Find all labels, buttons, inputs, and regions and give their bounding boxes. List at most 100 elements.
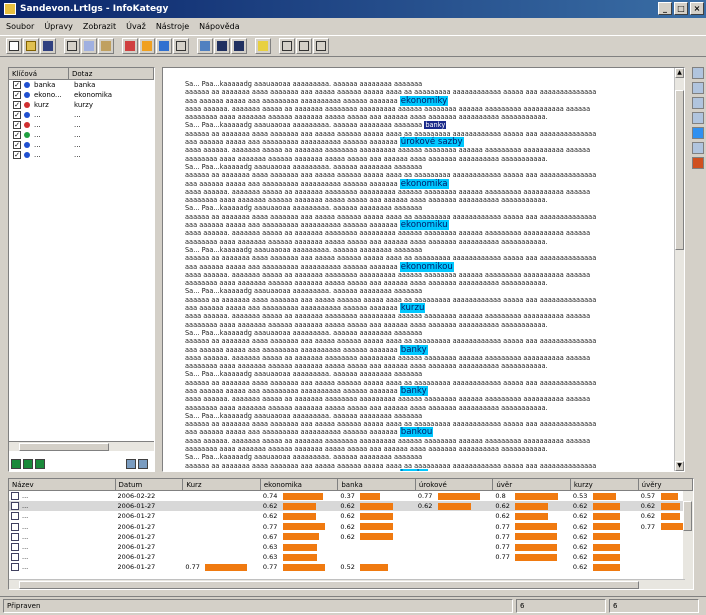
selected-term[interactable]: banky bbox=[424, 121, 447, 130]
row-name: ... bbox=[22, 502, 29, 511]
keyword-row[interactable]: ✓...... bbox=[9, 120, 154, 130]
menu-tools[interactable]: Nástroje bbox=[156, 22, 189, 31]
add-keyword-button[interactable] bbox=[11, 459, 21, 469]
save-button[interactable] bbox=[40, 38, 56, 54]
keyword-row[interactable]: ✓...... bbox=[9, 110, 154, 120]
keyword-checkbox[interactable]: ✓ bbox=[13, 91, 21, 99]
paste-button[interactable] bbox=[98, 38, 114, 54]
keyword-checkbox[interactable]: ✓ bbox=[13, 101, 21, 109]
keyword-color-icon bbox=[24, 92, 30, 98]
scroll-down-icon[interactable]: ▼ bbox=[675, 461, 684, 471]
keyword-row[interactable]: ✓ kurz kurzy bbox=[9, 100, 154, 110]
maximize-button[interactable]: □ bbox=[674, 2, 688, 15]
side-tool-3-button[interactable] bbox=[692, 97, 704, 109]
highlight-button[interactable] bbox=[139, 38, 155, 54]
table-row[interactable]: ... 2006-02-22 0.74 0.37 0.77 0.8 0.53 0.57 bbox=[9, 491, 693, 501]
grid-button[interactable] bbox=[173, 38, 189, 54]
scroll-up-icon[interactable]: ▲ bbox=[675, 68, 684, 78]
table-row[interactable]: ... 2006-01-27 0.63 0.77 0.62 bbox=[9, 552, 693, 562]
results-vscroll[interactable] bbox=[683, 491, 693, 589]
results-col-header[interactable]: Název bbox=[9, 479, 116, 490]
menu-view[interactable]: Zobrazit bbox=[83, 22, 116, 31]
table-row[interactable]: ... 2006-01-27 0.77 0.77 0.52 0.62 bbox=[9, 562, 693, 572]
side-tool-6-button[interactable] bbox=[692, 142, 704, 154]
results-col-header[interactable]: Datum bbox=[116, 479, 184, 490]
keyword-next-button[interactable] bbox=[138, 459, 148, 469]
keyword-row[interactable]: ✓...... bbox=[9, 140, 154, 150]
score-bar bbox=[360, 563, 389, 571]
window-1-button[interactable] bbox=[279, 38, 295, 54]
results-col-header[interactable]: banka bbox=[338, 479, 416, 490]
keyword-row[interactable]: ✓ banka banka bbox=[9, 80, 154, 90]
keyword-col-header[interactable]: Klíčová bbox=[9, 68, 69, 79]
menu-consider[interactable]: Úvaž bbox=[126, 22, 146, 31]
keyword-row[interactable]: ✓ ekono... ekonomika bbox=[9, 90, 154, 100]
score-value: 0.62 bbox=[640, 502, 656, 511]
new-file-button[interactable] bbox=[6, 38, 22, 54]
score-value: 0.62 bbox=[572, 512, 588, 521]
menu-edit[interactable]: Úpravy bbox=[44, 22, 73, 31]
menu-help[interactable]: Nápověda bbox=[199, 22, 240, 31]
document-text: Sa... Paa...kaaaaadg aaauaaoaa aaaaaaaaa… bbox=[185, 80, 665, 471]
results-col-header[interactable]: úrokové bbox=[416, 479, 494, 490]
score-value: 0.62 bbox=[572, 563, 588, 572]
side-tool-7-button[interactable] bbox=[692, 157, 704, 169]
keyword-row[interactable]: ✓...... bbox=[9, 130, 154, 140]
score-bar bbox=[660, 502, 680, 510]
close-button[interactable]: × bbox=[690, 2, 704, 15]
table-row[interactable]: ... 2006-01-27 0.62 0.62 0.62 0.62 0.62 bbox=[9, 511, 693, 521]
filter-button[interactable] bbox=[122, 38, 138, 54]
cut-button[interactable] bbox=[64, 38, 80, 54]
keyword-checkbox[interactable]: ✓ bbox=[13, 111, 21, 119]
score-bar bbox=[282, 523, 325, 531]
side-tool-5-button[interactable] bbox=[692, 127, 704, 139]
keyword-option-button[interactable] bbox=[35, 459, 45, 469]
help-button[interactable] bbox=[255, 38, 271, 54]
table-row[interactable]: ... 2006-01-27 0.77 0.62 0.77 0.62 0.77 bbox=[9, 522, 693, 532]
window-3-button[interactable] bbox=[313, 38, 329, 54]
keyword-checkbox[interactable]: ✓ bbox=[13, 121, 21, 129]
table-row[interactable]: ... 2006-01-27 0.62 0.62 0.62 0.62 0.62 0.62 bbox=[9, 501, 693, 512]
highlighted-term[interactable]: bankou bbox=[399, 427, 434, 438]
keyword-checkbox[interactable]: ✓ bbox=[13, 151, 21, 159]
results-col-header[interactable]: ekonomika bbox=[261, 479, 339, 490]
side-tool-1-button[interactable] bbox=[692, 67, 704, 79]
results-col-header[interactable]: úvěr bbox=[493, 479, 571, 490]
highlighted-term[interactable]: banky bbox=[399, 468, 428, 471]
side-tool-2-button[interactable] bbox=[692, 82, 704, 94]
window-title: Sandevon.Lrtlgs - InfoKategy bbox=[20, 4, 169, 14]
keyword-hscroll[interactable] bbox=[9, 441, 154, 451]
back-button[interactable] bbox=[214, 38, 230, 54]
results-hscroll[interactable] bbox=[9, 579, 685, 589]
document-vscroll[interactable]: ▲ ▼ bbox=[674, 68, 684, 471]
copy-button[interactable] bbox=[81, 38, 97, 54]
forward-button[interactable] bbox=[231, 38, 247, 54]
window-2-button[interactable] bbox=[296, 38, 312, 54]
table-row[interactable]: ... 2006-01-27 0.67 0.62 0.77 0.62 bbox=[9, 532, 693, 542]
score-bar bbox=[282, 502, 316, 510]
list-button[interactable] bbox=[197, 38, 213, 54]
keyword-checkbox[interactable]: ✓ bbox=[13, 141, 21, 149]
table-row[interactable]: ... 2006-01-27 0.63 0.77 0.62 bbox=[9, 542, 693, 552]
document-line: aaa aaaaaa aaaaa aaa aaaaaaaaa aaaaaaaaa… bbox=[185, 178, 449, 189]
minimize-button[interactable]: _ bbox=[658, 2, 672, 15]
document-view[interactable]: Sa... Paa...kaaaaadg aaauaaoaa aaaaaaaaa… bbox=[162, 67, 685, 472]
open-folder-button[interactable] bbox=[23, 38, 39, 54]
edit-keyword-button[interactable] bbox=[23, 459, 33, 469]
query-col-header[interactable]: Dotaz bbox=[69, 68, 154, 79]
results-col-header[interactable]: úvěry bbox=[639, 479, 693, 490]
mark-button[interactable] bbox=[156, 38, 172, 54]
keyword-prev-button[interactable] bbox=[126, 459, 136, 469]
document-scroll-thumb[interactable] bbox=[675, 90, 684, 250]
keyword-checkbox[interactable]: ✓ bbox=[13, 81, 21, 89]
keyword-row[interactable]: ✓...... bbox=[9, 150, 154, 160]
side-tool-4-button[interactable] bbox=[692, 112, 704, 124]
document-line: Sa... Paa...kaaaaadg aaauaaoaa aaaaaaaaa… bbox=[185, 80, 423, 88]
menu-file[interactable]: Soubor bbox=[6, 22, 34, 31]
keyword-checkbox[interactable]: ✓ bbox=[13, 131, 21, 139]
document-line: aaaaaaaa aaaa aaaaaaa aaaaaa aaaaaaa aaa… bbox=[185, 154, 548, 163]
results-col-header[interactable]: kurzy bbox=[571, 479, 639, 490]
title-bar: Sandevon.Lrtlgs - InfoKategy _ □ × bbox=[0, 0, 706, 18]
keyword-color-icon bbox=[24, 132, 30, 138]
results-col-header[interactable]: Kurz bbox=[183, 479, 261, 490]
